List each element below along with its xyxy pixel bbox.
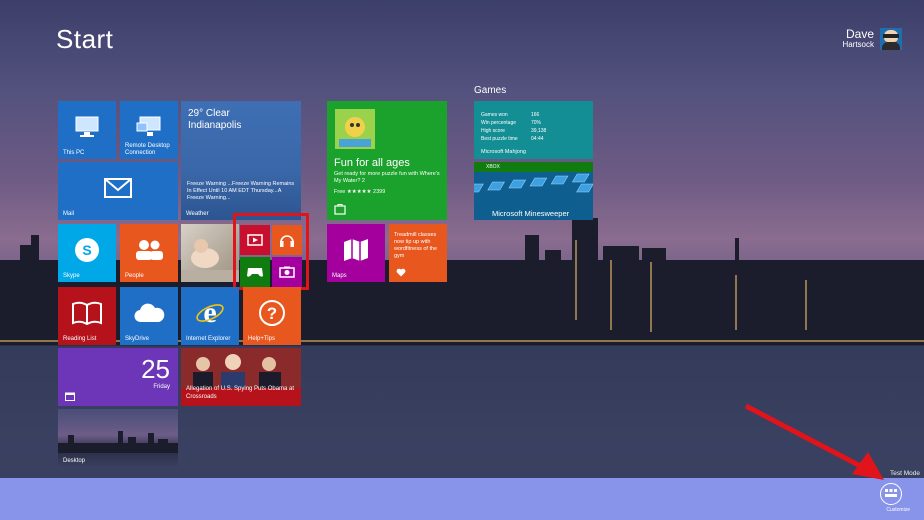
red-highlight-box (233, 213, 309, 290)
tile-label: SkyDrive (125, 336, 150, 342)
tile-skype[interactable]: S Skype (58, 224, 116, 282)
computer-icon (75, 116, 99, 137)
store-headline: Fun for all ages (334, 157, 410, 169)
tile-this-pc[interactable]: This PC (58, 101, 116, 159)
people-icon (136, 239, 163, 260)
tile-health[interactable]: Treadmill classes now tip up with wordfi… (389, 224, 447, 282)
games-stats: Games won 166 Win percentage 70% High scor… (481, 112, 547, 142)
tile-calendar[interactable]: 25 Friday (58, 348, 178, 406)
baby-photo-icon (181, 239, 239, 282)
start-screen: Start Dave Hartsock Games This PC Remote… (0, 0, 924, 520)
news-photo-icon (181, 348, 301, 388)
tile-mail[interactable]: Mail (58, 162, 178, 220)
group-label-games: Games (474, 85, 507, 96)
store-price: Free ★★★★★ 2399 (334, 189, 386, 195)
avatar (880, 28, 902, 50)
tile-label: People (125, 273, 144, 279)
user-account[interactable]: Dave Hartsock (842, 27, 902, 50)
customize-button[interactable] (880, 483, 902, 505)
tile-help-tips[interactable]: ? Help+Tips (243, 287, 301, 345)
store-bag-icon (334, 204, 346, 215)
weather-city: Indianapolis (188, 120, 242, 131)
internet-explorer-icon: e (196, 298, 224, 328)
news-headline: Allegation of U.S. Spying Puts Obama at … (186, 386, 295, 401)
xbox-badge: XBOX (486, 164, 500, 170)
mail-icon (104, 177, 132, 198)
svg-text:?: ? (267, 304, 277, 323)
calendar-icon (65, 392, 75, 401)
tile-label: Maps (332, 273, 347, 279)
remote-desktop-icon (136, 116, 161, 136)
minesweeper-label: Microsoft Minesweeper (492, 209, 570, 218)
tile-internet-explorer[interactable]: e Internet Explorer (181, 287, 239, 345)
game-art-icon (335, 109, 375, 149)
mahjong-label: Microsoft Mahjong (481, 149, 526, 155)
health-text: Treadmill classes now tip up with wordfi… (394, 232, 438, 260)
tile-desktop[interactable]: Desktop (58, 409, 178, 467)
tile-photos[interactable] (181, 224, 239, 282)
help-icon: ? (259, 299, 285, 326)
tile-label: Weather (186, 211, 209, 217)
map-icon (344, 238, 368, 261)
tile-label: Skype (63, 273, 80, 279)
tile-minesweeper[interactable]: XBOX Microsoft Minesweeper (474, 162, 593, 220)
user-last-name: Hartsock (842, 40, 874, 50)
tile-people[interactable]: People (120, 224, 178, 282)
tile-label: Desktop (63, 458, 86, 464)
test-mode-watermark: Test Mode (890, 470, 920, 477)
tile-news[interactable]: Allegation of U.S. Spying Puts Obama at … (181, 348, 301, 406)
weather-temp: 29° Clear (188, 108, 230, 119)
svg-text:S: S (82, 242, 91, 258)
tile-store[interactable]: Fun for all ages Get ready for more puzz… (327, 101, 447, 220)
tile-mahjong[interactable]: Games won 166 Win percentage 70% High scor… (474, 101, 593, 159)
customize-icon (884, 489, 897, 497)
tile-skydrive[interactable]: SkyDrive (120, 287, 178, 345)
heart-icon (396, 268, 406, 277)
calendar-date: 25 (141, 354, 170, 384)
svg-text:e: e (203, 298, 216, 328)
tile-label: This PC (63, 150, 85, 156)
tile-reading-list[interactable]: Reading List (58, 287, 116, 345)
calendar-day: Friday (153, 384, 170, 390)
skype-icon: S (75, 237, 99, 262)
tile-label: Remote Desktop Connection (125, 142, 170, 156)
tile-label: Mail (63, 211, 75, 217)
customize-label: Customize (886, 507, 910, 513)
reading-list-icon (72, 301, 102, 325)
cloud-icon (134, 303, 165, 322)
tile-remote-desktop[interactable]: Remote Desktop Connection (120, 101, 178, 159)
tile-label: Internet Explorer (186, 336, 231, 342)
weather-warning: Freeze Warning ...Freeze Warning Remains… (187, 181, 295, 202)
tile-label: Help+Tips (248, 336, 275, 342)
store-subtext: Get ready for more puzzle fun with Where… (334, 171, 440, 185)
tile-label: Reading List (63, 336, 97, 342)
bottom-app-bar (0, 478, 924, 520)
page-title: Start (56, 24, 114, 54)
tile-weather[interactable]: 29° Clear Indianapolis Freeze Warning ..… (181, 101, 301, 220)
tile-maps[interactable]: Maps (327, 224, 385, 282)
